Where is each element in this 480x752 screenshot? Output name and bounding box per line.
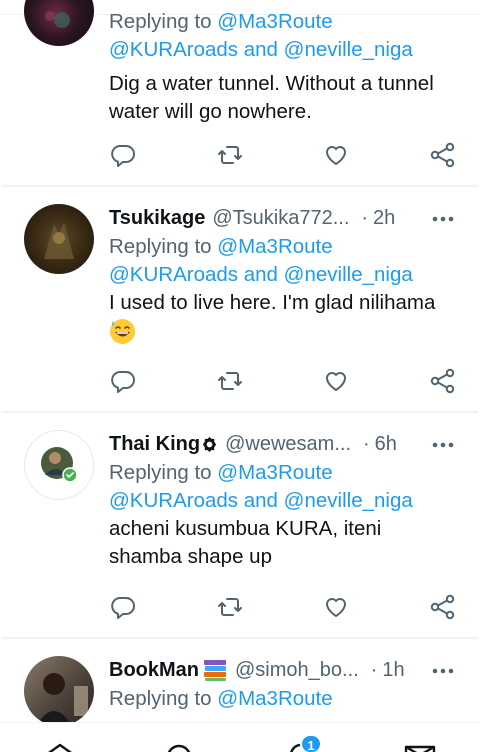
mention-link[interactable]: @KURAroads [109, 263, 238, 286]
mention-link[interactable]: @Ma3Route [217, 235, 332, 258]
and-others-link[interactable]: and [244, 38, 278, 61]
retweet-icon[interactable] [216, 593, 244, 621]
share-icon[interactable] [429, 593, 457, 621]
tweet-text-line: I used to live here. I'm glad nilihama [109, 291, 436, 314]
replying-to-line2: @KURAroads and @neville_niga [109, 487, 459, 515]
replying-prefix: Replying to [109, 687, 212, 710]
emoji-line [109, 317, 459, 345]
tweet-text: acheni kusumbua KURA, iteni shamba shape… [109, 515, 459, 571]
mention-link[interactable]: @Ma3Route [217, 461, 332, 484]
more-icon[interactable] [432, 668, 454, 674]
messages-icon[interactable] [403, 743, 437, 752]
tweet-divider [2, 411, 478, 413]
tweet-text: I used to live here. I'm glad nilihama [109, 289, 459, 345]
replying-prefix: Replying to [109, 235, 212, 258]
more-icon[interactable] [432, 442, 454, 448]
search-icon[interactable] [164, 743, 194, 752]
tweet-divider [2, 637, 478, 639]
and-others-link[interactable]: and [244, 263, 278, 286]
avatar[interactable] [24, 204, 94, 274]
like-icon[interactable] [322, 141, 350, 169]
avatar[interactable] [24, 0, 94, 46]
user-handle[interactable]: @wewesam... [225, 433, 351, 456]
reply-icon[interactable] [109, 141, 137, 169]
notification-badge: 1 [300, 734, 322, 752]
timestamp[interactable]: 6h [375, 433, 397, 456]
tweet-actions [0, 593, 480, 623]
replying-to: Replying to @Ma3Route [109, 685, 459, 713]
timestamp[interactable]: 2h [373, 207, 395, 230]
mention-link[interactable]: @KURAroads [109, 489, 238, 512]
like-icon[interactable] [322, 367, 350, 395]
display-name[interactable]: BookMan [109, 659, 199, 682]
tweet-header: BookMan @simoh_bo... · 1h [109, 655, 459, 685]
mention-link[interactable]: @neville_niga [284, 38, 413, 61]
replying-to-line2: @KURAroads and @neville_niga [109, 36, 459, 64]
retweet-icon[interactable] [216, 367, 244, 395]
user-handle[interactable]: @simoh_bo... [235, 659, 359, 682]
tweet-actions [0, 367, 480, 397]
mention-link[interactable]: @KURAroads [109, 38, 238, 61]
reply-icon[interactable] [109, 593, 137, 621]
tweet-header: Tsukikage @Tsukika772... · 2h [109, 203, 459, 233]
mention-link[interactable]: @Ma3Route [217, 687, 332, 710]
user-handle[interactable]: @Tsukika772... [212, 207, 349, 230]
sweat-smile-emoji [110, 319, 135, 344]
retweet-icon[interactable] [216, 141, 244, 169]
tweet-header: Thai King @wewesam... · 6h [109, 429, 459, 459]
mention-link[interactable]: @neville_niga [284, 263, 413, 286]
tweet-text-line: acheni kusumbua KURA, iteni [109, 517, 382, 540]
like-icon[interactable] [322, 593, 350, 621]
tweet-text-line: shamba shape up [109, 545, 272, 568]
reply-icon[interactable] [109, 367, 137, 395]
tweet-divider [2, 185, 478, 187]
tweet-text-line: Dig a water tunnel. Without a tunnel [109, 72, 434, 95]
and-others-link[interactable]: and [244, 489, 278, 512]
separator-dot: · [363, 432, 370, 455]
verified-badge-icon [202, 436, 217, 452]
replying-to: Replying to @Ma3Route [109, 459, 459, 487]
replying-prefix: Replying to [109, 461, 212, 484]
display-name[interactable]: Thai King [109, 433, 200, 456]
books-emoji [204, 660, 226, 681]
avatar[interactable] [24, 430, 94, 500]
avatar[interactable] [24, 656, 94, 726]
tweet-text-line: water will go nowhere. [109, 100, 312, 123]
timestamp[interactable]: 1h [382, 659, 404, 682]
mention-link[interactable]: @Ma3Route [217, 10, 332, 33]
replying-to: Replying to @Ma3Route [109, 233, 459, 261]
share-icon[interactable] [429, 367, 457, 395]
share-icon[interactable] [429, 141, 457, 169]
more-icon[interactable] [432, 216, 454, 222]
home-icon[interactable] [44, 743, 76, 752]
display-name[interactable]: Tsukikage [109, 207, 205, 230]
replying-to: Replying to @Ma3Route [109, 8, 459, 36]
bottom-navigation [0, 722, 480, 752]
tweet-actions [0, 141, 480, 171]
separator-dot: · [361, 206, 369, 229]
separator-dot: · [370, 658, 378, 681]
replying-prefix: Replying to [109, 10, 212, 33]
mention-link[interactable]: @neville_niga [284, 489, 413, 512]
tweet-text: Dig a water tunnel. Without a tunnel wat… [109, 70, 459, 126]
replying-to-line2: @KURAroads and @neville_niga [109, 261, 459, 289]
